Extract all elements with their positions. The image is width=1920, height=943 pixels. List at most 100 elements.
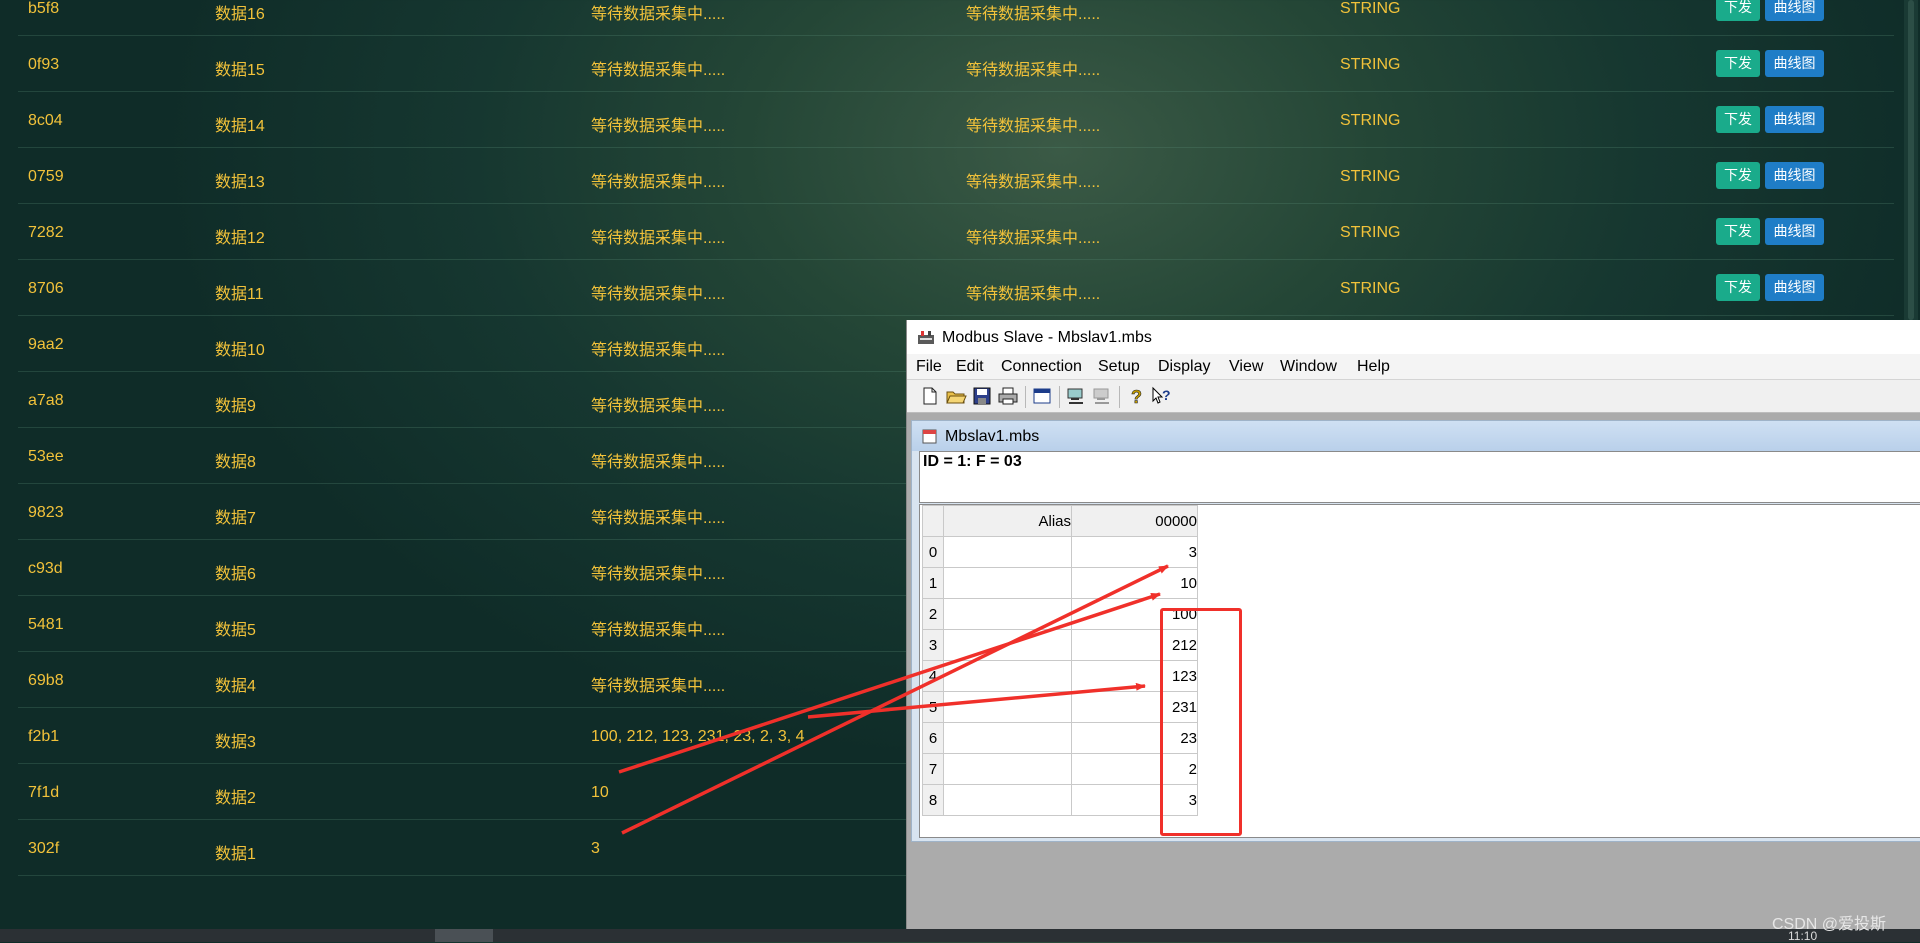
row-value: 等待数据采集中..... bbox=[591, 118, 726, 135]
modbus-slave-window: Modbus Slave - Mbslav1.mbs File Edit Con… bbox=[906, 320, 1920, 942]
menu-display[interactable]: Display bbox=[1158, 358, 1210, 376]
row-name: 数据1 bbox=[215, 846, 256, 863]
row-id: a7a8 bbox=[28, 392, 64, 409]
disconnect-icon[interactable] bbox=[1091, 386, 1113, 406]
save-icon[interactable] bbox=[971, 386, 993, 406]
alias-cell[interactable] bbox=[943, 753, 1072, 785]
menu-edit[interactable]: Edit bbox=[956, 358, 984, 376]
menu-window[interactable]: Window bbox=[1280, 358, 1337, 376]
menu-connection[interactable]: Connection bbox=[1001, 358, 1082, 376]
chart-button[interactable]: 曲线图 bbox=[1765, 162, 1824, 189]
table-row: 0759 数据13 等待数据采集中..... 等待数据采集中..... STRI… bbox=[18, 148, 1894, 204]
chart-button[interactable]: 曲线图 bbox=[1765, 106, 1824, 133]
send-button[interactable]: 下发 bbox=[1716, 50, 1760, 77]
document-window: Mbslav1.mbs ID = 1: F = 03 Alias 00000 0… bbox=[911, 420, 1920, 842]
open-folder-icon[interactable] bbox=[945, 386, 967, 406]
scrollbar-thumb[interactable] bbox=[1908, 0, 1914, 320]
context-help-icon[interactable]: ? bbox=[1151, 386, 1173, 406]
document-title-bar[interactable]: Mbslav1.mbs bbox=[912, 421, 1920, 451]
chart-button[interactable]: 曲线图 bbox=[1765, 50, 1824, 77]
row-value: 3 bbox=[591, 840, 600, 857]
toolbar-separator bbox=[1025, 386, 1026, 408]
row-value: 等待数据采集中..... bbox=[591, 230, 726, 247]
document-icon bbox=[922, 429, 937, 444]
menu-view[interactable]: View bbox=[1229, 358, 1263, 376]
alias-cell[interactable] bbox=[943, 598, 1072, 630]
menu-setup[interactable]: Setup bbox=[1098, 358, 1140, 376]
alias-cell[interactable] bbox=[943, 536, 1072, 568]
row-number: 7 bbox=[922, 753, 944, 785]
highlight-box bbox=[1160, 608, 1242, 836]
chart-button[interactable]: 曲线图 bbox=[1765, 218, 1824, 245]
row-value: 等待数据采集中..... bbox=[591, 286, 726, 303]
alias-cell[interactable] bbox=[943, 784, 1072, 816]
window-icon[interactable] bbox=[1031, 386, 1053, 406]
svg-text:?: ? bbox=[1131, 387, 1142, 406]
row-name: 数据11 bbox=[215, 286, 264, 303]
row-name: 数据4 bbox=[215, 678, 256, 695]
row-id: 9aa2 bbox=[28, 336, 64, 353]
modbus-app-icon bbox=[918, 331, 934, 344]
alias-cell[interactable] bbox=[943, 660, 1072, 692]
row-value-2: 等待数据采集中..... bbox=[966, 62, 1101, 79]
page-scrollbar[interactable] bbox=[1904, 0, 1918, 326]
row-name: 数据16 bbox=[215, 6, 265, 23]
chart-button[interactable]: 曲线图 bbox=[1765, 0, 1824, 21]
send-button[interactable]: 下发 bbox=[1716, 106, 1760, 133]
row-name: 数据6 bbox=[215, 566, 256, 583]
row-value-2: 等待数据采集中..... bbox=[966, 174, 1101, 191]
row-value: 等待数据采集中..... bbox=[591, 566, 726, 583]
row-type: STRING bbox=[1340, 168, 1401, 185]
row-name: 数据14 bbox=[215, 118, 265, 135]
connect-icon[interactable] bbox=[1065, 386, 1087, 406]
row-value-2: 等待数据采集中..... bbox=[966, 118, 1101, 135]
row-id: b5f8 bbox=[28, 0, 60, 17]
chart-button[interactable]: 曲线图 bbox=[1765, 274, 1824, 301]
slave-id-function: ID = 1: F = 03 bbox=[923, 453, 1022, 470]
register-row: 3 212 bbox=[922, 629, 1198, 661]
register-table: Alias 00000 0 3 1 10 2 100 3 212 4 123 5 231 6 23 7 2 8 3 bbox=[922, 505, 1198, 816]
send-button[interactable]: 下发 bbox=[1716, 162, 1760, 189]
svg-text:?: ? bbox=[1162, 387, 1171, 403]
row-type: STRING bbox=[1340, 0, 1401, 17]
send-button[interactable]: 下发 bbox=[1716, 0, 1760, 21]
print-icon[interactable] bbox=[997, 386, 1019, 406]
row-number: 0 bbox=[922, 536, 944, 568]
row-id: 5481 bbox=[28, 616, 64, 633]
table-row: 8706 数据11 等待数据采集中..... 等待数据采集中..... STRI… bbox=[18, 260, 1894, 316]
alias-cell[interactable] bbox=[943, 691, 1072, 723]
row-name: 数据5 bbox=[215, 622, 256, 639]
alias-cell[interactable] bbox=[943, 722, 1072, 754]
help-icon[interactable]: ? bbox=[1125, 386, 1147, 406]
taskbar-active-app[interactable] bbox=[435, 929, 493, 942]
row-name: 数据2 bbox=[215, 790, 256, 807]
row-number: 4 bbox=[922, 660, 944, 692]
row-name: 数据8 bbox=[215, 454, 256, 471]
toolbar-separator bbox=[1059, 386, 1060, 408]
row-type: STRING bbox=[1340, 56, 1401, 73]
register-row: 4 123 bbox=[922, 660, 1198, 692]
grid-corner bbox=[922, 505, 944, 537]
row-number: 6 bbox=[922, 722, 944, 754]
menu-help[interactable]: Help bbox=[1357, 358, 1390, 376]
alias-cell[interactable] bbox=[943, 567, 1072, 599]
register-value-cell[interactable]: 3 bbox=[1071, 536, 1198, 568]
menu-file[interactable]: File bbox=[916, 358, 942, 376]
row-id: f2b1 bbox=[28, 728, 60, 745]
send-button[interactable]: 下发 bbox=[1716, 274, 1760, 301]
row-type: STRING bbox=[1340, 112, 1401, 129]
alias-cell[interactable] bbox=[943, 629, 1072, 661]
document-title: Mbslav1.mbs bbox=[945, 428, 1040, 445]
row-value: 等待数据采集中..... bbox=[591, 510, 726, 527]
row-value: 100, 212, 123, 231, 23, 2, 3, 4 bbox=[591, 728, 805, 745]
row-value: 等待数据采集中..... bbox=[591, 62, 726, 79]
row-value: 等待数据采集中..... bbox=[591, 454, 726, 471]
new-file-icon[interactable] bbox=[919, 386, 941, 406]
register-value-cell[interactable]: 10 bbox=[1071, 567, 1198, 599]
window-title-bar[interactable]: Modbus Slave - Mbslav1.mbs bbox=[907, 320, 1920, 354]
row-id: 69b8 bbox=[28, 672, 64, 689]
row-type: STRING bbox=[1340, 224, 1401, 241]
menu-bar: File Edit Connection Setup Display View … bbox=[907, 354, 1920, 379]
send-button[interactable]: 下发 bbox=[1716, 218, 1760, 245]
register-row: 2 100 bbox=[922, 598, 1198, 630]
